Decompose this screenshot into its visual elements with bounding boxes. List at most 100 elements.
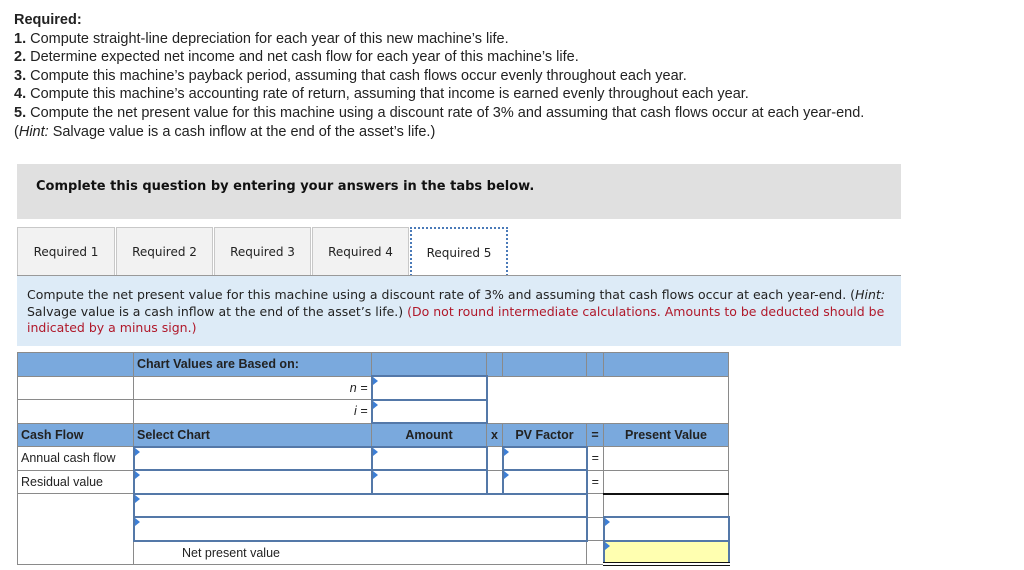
table-row: Residual value =	[17, 469, 729, 495]
required-item-1: 1. Compute straight-line depreciation fo…	[14, 30, 864, 49]
blank-cell	[17, 399, 134, 424]
input-flag-icon	[604, 518, 610, 526]
n-input-cell	[370, 375, 488, 401]
input-flag-icon	[134, 494, 140, 503]
item-text: Determine expected net income and net ca…	[26, 49, 579, 66]
required-item-5: 5. Compute the net present value for thi…	[14, 104, 864, 123]
tab-required-2[interactable]: Required 2	[116, 227, 213, 276]
blank-cell	[17, 493, 134, 565]
item-text: Compute the net present value for this m…	[26, 104, 865, 121]
input-flag-icon	[372, 377, 378, 385]
header-blank	[603, 352, 729, 377]
required-section: Required: 1. Compute straight-line depre…	[14, 11, 864, 141]
header-present-value: Present Value	[603, 422, 729, 447]
tab-required-5[interactable]: Required 5	[410, 227, 508, 276]
blank-cell	[586, 540, 604, 565]
banner-text: Complete this question by entering your …	[36, 179, 535, 194]
input-flag-icon	[372, 400, 378, 409]
npv-input[interactable]	[604, 541, 728, 562]
amount-input[interactable]	[372, 471, 486, 493]
header-blank	[17, 352, 134, 377]
required-hint: (Hint: Salvage value is a cash inflow at…	[14, 123, 864, 142]
select-chart-dropdown[interactable]	[134, 447, 371, 469]
row-label: Annual cash flow	[17, 446, 134, 471]
equals-sign: =	[586, 446, 604, 471]
tab-required-1[interactable]: Required 1	[17, 227, 115, 276]
table-row: Annual cash flow =	[17, 445, 729, 471]
header-times: x	[486, 422, 503, 447]
blank-cell	[486, 446, 503, 471]
pv-factor-input[interactable]	[503, 447, 586, 469]
i-input[interactable]	[372, 400, 486, 422]
required-title: Required:	[14, 12, 82, 28]
chart-values-label: Chart Values are Based on:	[133, 352, 372, 377]
blank-cell	[486, 469, 503, 494]
tab-bar: Required 1 Required 2 Required 3 Require…	[17, 227, 509, 276]
select-chart-cell	[132, 445, 373, 471]
required-item-2: 2. Determine expected net income and net…	[14, 48, 864, 67]
instructions-hint-text: Salvage value is a cash inflow at the en…	[27, 303, 408, 319]
header-blank	[586, 352, 604, 377]
input-flag-icon	[503, 471, 509, 479]
amount-input[interactable]	[372, 447, 486, 469]
item-number: 2.	[14, 49, 27, 66]
n-input[interactable]	[372, 377, 486, 399]
input-flag-icon	[372, 471, 378, 479]
present-value-output	[603, 446, 729, 471]
extra-row-1-input[interactable]	[134, 494, 586, 516]
npv-label: Net present value	[133, 540, 587, 565]
input-flag-icon	[372, 447, 378, 456]
npv-cell	[602, 539, 730, 566]
npv-table: Chart Values are Based on: n = i = Cash …	[17, 352, 730, 566]
tab-required-4[interactable]: Required 4	[312, 227, 409, 276]
item-text: Compute this machine’s accounting rate o…	[26, 86, 749, 103]
blank-cell	[586, 516, 604, 541]
tab-required-3[interactable]: Required 3	[214, 227, 311, 276]
item-number: 3.	[14, 67, 27, 84]
select-chart-dropdown[interactable]	[134, 471, 371, 493]
row-label: Residual value	[17, 469, 134, 494]
present-value-output	[603, 469, 729, 495]
hint-label: Hint:	[18, 123, 49, 140]
header-amount: Amount	[371, 422, 487, 447]
header-blank	[502, 352, 587, 377]
extra-row-2-cell	[132, 516, 588, 542]
instructions-banner: Complete this question by entering your …	[17, 164, 901, 219]
n-label: n =	[133, 375, 372, 400]
item-number: 1.	[14, 30, 27, 47]
equals-sign: =	[586, 469, 604, 494]
header-cash-flow: Cash Flow	[17, 422, 134, 447]
instructions-text: Compute the net present value for this m…	[27, 287, 856, 302]
select-chart-cell	[132, 469, 373, 495]
pv-factor-cell	[501, 469, 588, 495]
instructions-hint-label: Hint:	[855, 287, 885, 302]
hint-text: Salvage value is a cash inflow at the en…	[48, 123, 436, 140]
extra-row-1-cell	[132, 492, 588, 518]
item-number: 5.	[14, 104, 27, 121]
input-flag-icon	[134, 518, 140, 526]
required-item-3: 3. Compute this machine’s payback period…	[14, 67, 864, 86]
required-item-4: 4. Compute this machine’s accounting rat…	[14, 85, 864, 104]
dropdown-flag-icon	[134, 471, 140, 479]
pv-factor-cell	[501, 445, 588, 471]
item-text: Compute this machine’s payback period, a…	[26, 67, 687, 84]
header-blank	[486, 352, 503, 377]
blank-cell	[586, 493, 604, 518]
header-equals: =	[586, 422, 604, 447]
i-input-cell	[370, 398, 488, 424]
extra-pv-cell	[602, 516, 730, 542]
pv-factor-input[interactable]	[503, 471, 586, 493]
input-flag-icon	[503, 447, 509, 456]
amount-cell	[370, 445, 488, 471]
header-select-chart: Select Chart	[133, 422, 372, 447]
extra-row-2-input[interactable]	[134, 518, 586, 540]
header-blank	[371, 352, 487, 377]
dropdown-flag-icon	[134, 447, 140, 456]
amount-cell	[370, 469, 488, 495]
extra-pv-input[interactable]	[604, 518, 728, 540]
blank-cell	[17, 375, 134, 400]
question-instructions: Compute the net present value for this m…	[17, 276, 901, 346]
item-text: Compute straight-line depreciation for e…	[26, 30, 509, 47]
blank-cell	[603, 493, 729, 518]
input-flag-icon	[604, 541, 610, 550]
